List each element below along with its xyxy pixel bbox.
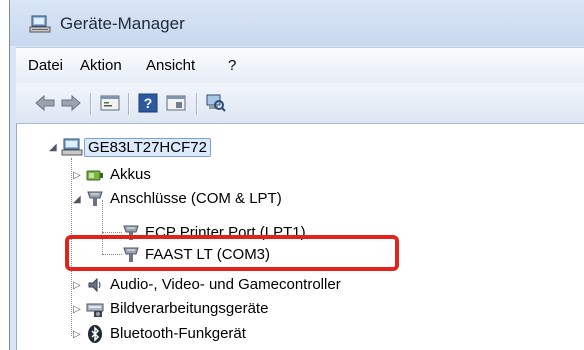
toolbar-separator xyxy=(128,93,130,115)
tree-root[interactable]: ◢ GE83LT27HCF72 xyxy=(17,136,417,158)
imaging-device-icon xyxy=(85,299,105,319)
audio-icon xyxy=(85,275,105,295)
title-bar[interactable]: Geräte-Manager xyxy=(10,0,584,46)
expand-icon[interactable]: ▷ xyxy=(73,304,81,315)
collapse-icon[interactable]: ◢ xyxy=(49,142,57,153)
collapse-icon[interactable]: ◢ xyxy=(73,194,81,205)
menu-ansicht[interactable]: Ansicht xyxy=(146,57,195,74)
toolbar-separator xyxy=(196,93,198,115)
back-arrow-icon[interactable] xyxy=(34,93,55,113)
menu-help[interactable]: ? xyxy=(228,57,236,74)
scan-hardware-icon[interactable] xyxy=(206,93,226,113)
tree-item-label: Anschlüsse (COM & LPT) xyxy=(110,190,282,207)
tree-item-label: Bluetooth-Funkgerät xyxy=(110,325,246,342)
svg-text:?: ? xyxy=(144,95,153,111)
device-manager-icon xyxy=(29,15,51,33)
tree-item-label: Akkus xyxy=(110,166,151,183)
battery-icon xyxy=(85,165,105,185)
properties-icon[interactable] xyxy=(100,93,120,113)
menu-aktion[interactable]: Aktion xyxy=(80,57,122,74)
tree-item-bildverarbeitung[interactable]: ▷ Bildverarbeitungsgeräte xyxy=(17,298,437,320)
expand-icon[interactable]: ▷ xyxy=(73,170,81,181)
menu-datei[interactable]: Datei xyxy=(28,57,63,74)
menu-bar: Datei Aktion Ansicht ? xyxy=(16,47,584,84)
tree-item-label: Audio-, Video- und Gamecontroller xyxy=(110,276,341,293)
tree-item-akkus[interactable]: ▷ Akkus xyxy=(17,164,417,186)
port-icon xyxy=(85,189,105,209)
highlight-frame xyxy=(65,235,399,271)
window-title: Geräte-Manager xyxy=(60,14,185,33)
device-manager-window: Geräte-Manager Datei Aktion Ansicht ? ? … xyxy=(9,0,584,350)
toolbar: ? xyxy=(16,83,584,124)
help-icon[interactable]: ? xyxy=(138,93,158,113)
computer-icon xyxy=(61,137,83,157)
forward-arrow-icon[interactable] xyxy=(60,93,81,113)
tree-item-audio[interactable]: ▷ Audio-, Video- und Gamecontroller xyxy=(17,274,437,296)
toolbar-separator xyxy=(90,93,92,115)
tree-item-anschluesse[interactable]: ◢ Anschlüsse (COM & LPT) xyxy=(17,188,417,210)
tree-root-label: GE83LT27HCF72 xyxy=(84,138,211,157)
expand-icon[interactable]: ▷ xyxy=(73,329,81,340)
tree-item-label: Bildverarbeitungsgeräte xyxy=(110,300,269,317)
tree-item-bluetooth[interactable]: ▷ Bluetooth-Funkgerät xyxy=(17,323,437,345)
expand-icon[interactable]: ▷ xyxy=(73,280,81,291)
view-icon[interactable] xyxy=(166,93,186,113)
bluetooth-icon xyxy=(85,324,105,344)
